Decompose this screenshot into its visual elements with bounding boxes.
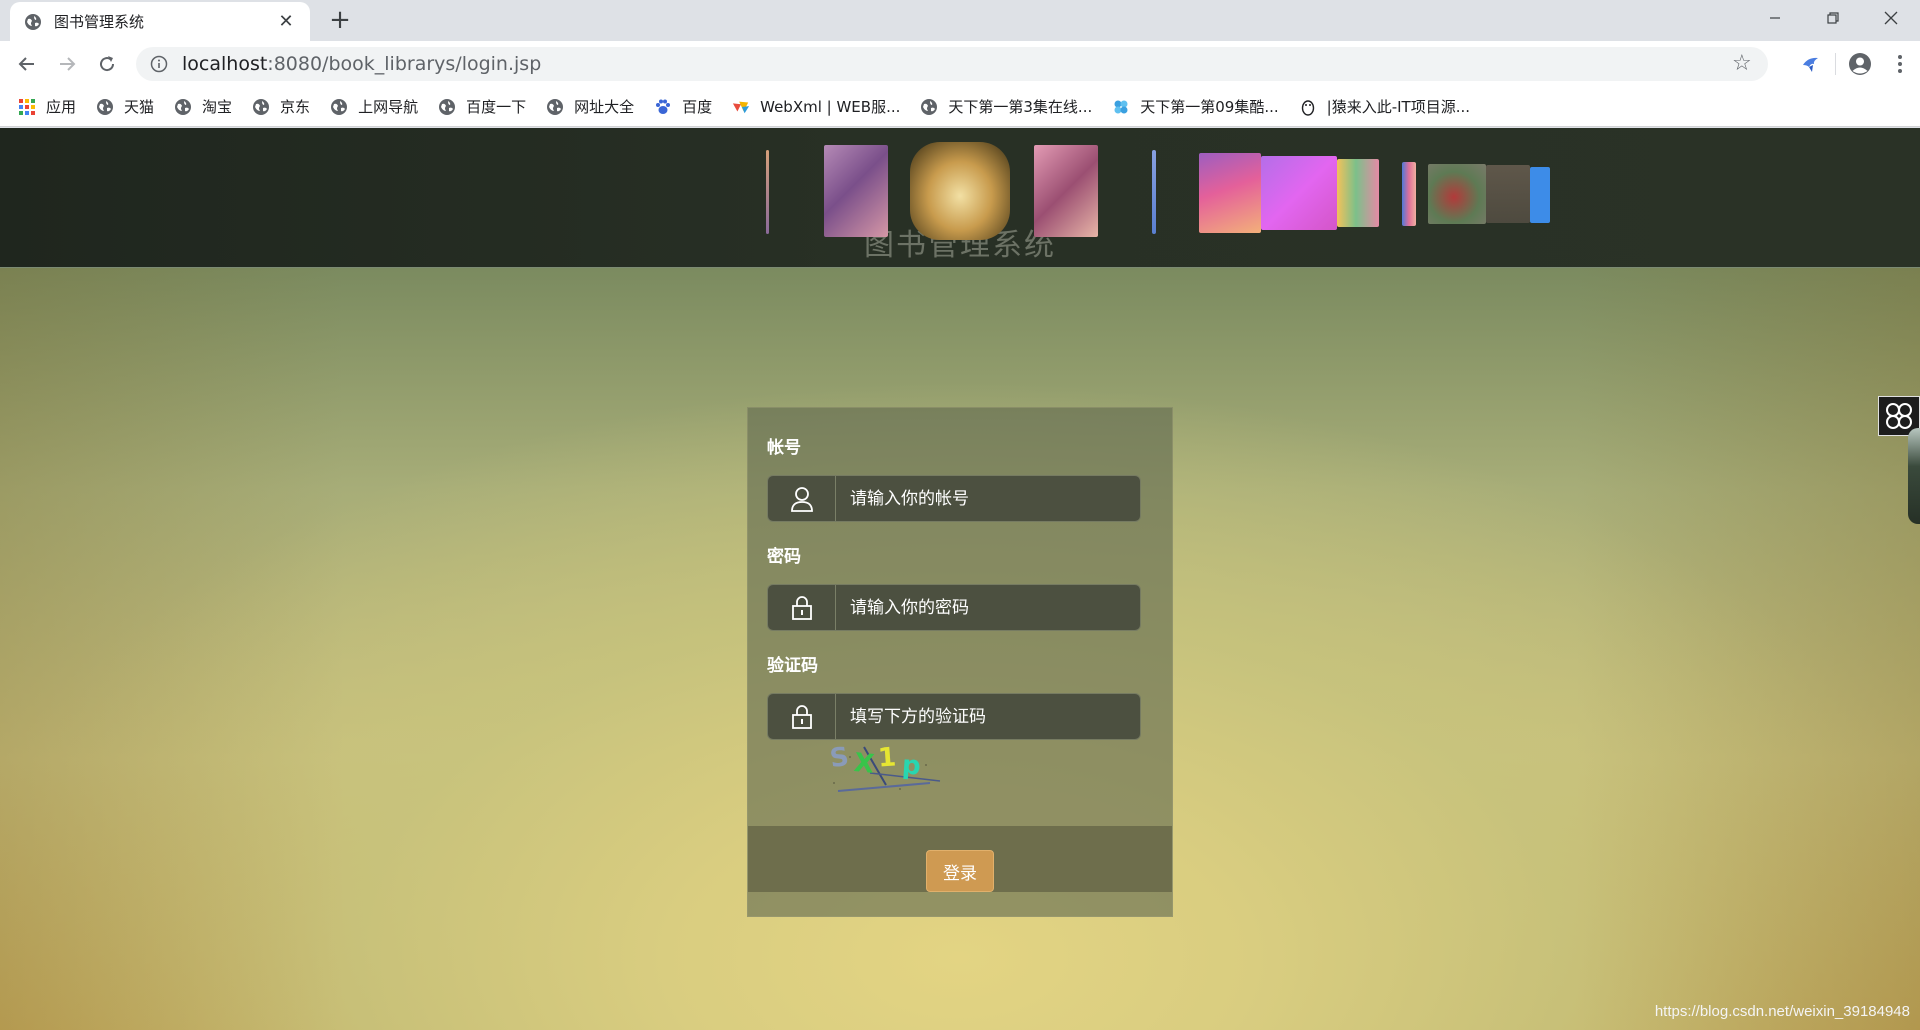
close-window-icon[interactable] (1862, 0, 1920, 36)
bookmark-item[interactable]: WebXml | WEB服... (732, 96, 900, 117)
captcha-label: 验证码 (767, 656, 818, 676)
tab-strip: 图书管理系统 ✕ + (0, 0, 1920, 41)
carousel-book (824, 145, 888, 237)
penguin-icon (1299, 98, 1317, 116)
new-tab-button[interactable]: + (326, 6, 354, 34)
carousel-book (1199, 153, 1261, 233)
carousel-book (1402, 162, 1416, 226)
panel-footer: 登录 (748, 826, 1172, 892)
window-controls (1746, 0, 1920, 36)
login-panel: 帐号 密码 验证码 (747, 407, 1173, 917)
captcha-char: X (852, 748, 876, 780)
bookmark-item[interactable]: 天下第一第09集酷... (1112, 96, 1279, 117)
flower-icon (1886, 403, 1912, 429)
account-input[interactable] (836, 476, 1140, 521)
close-tab-icon[interactable]: ✕ (276, 11, 296, 32)
forward-arrow-icon[interactable] (52, 49, 82, 79)
bookmark-label: 百度一下 (466, 98, 527, 116)
webxml-icon (732, 98, 750, 116)
menu-kebab-icon[interactable] (1880, 47, 1920, 81)
reload-icon[interactable] (92, 49, 122, 79)
carousel-book (1261, 156, 1337, 230)
apps-grid-icon (18, 98, 36, 116)
back-arrow-icon[interactable] (12, 49, 42, 79)
user-icon (768, 476, 836, 521)
captcha-char: p (900, 750, 922, 782)
toolbar-separator (1835, 53, 1836, 75)
bookmark-label: 淘宝 (202, 98, 233, 116)
carousel-book (1428, 164, 1486, 224)
bookmark-item[interactable]: 淘宝 (174, 96, 232, 117)
login-button[interactable]: 登录 (926, 850, 994, 892)
bookmarks-bar: 应用 天猫 淘宝 京东 上网导航 百度一下 网址大全 百度 WebXml | WEB服... 天下… (0, 87, 1920, 127)
baidu-paw-icon (654, 98, 672, 116)
account-input-group (767, 475, 1141, 522)
captcha-input-group (767, 693, 1141, 740)
bookmark-item[interactable]: 应用 (18, 96, 76, 117)
minimize-icon[interactable] (1746, 0, 1804, 36)
carousel-book (910, 142, 1010, 240)
page-header: 图书管理系统 (0, 128, 1920, 268)
globe-icon (25, 13, 41, 30)
tab-title: 图书管理系统 (54, 13, 145, 31)
browser-toolbar: localhost:8080/book_librarys/login.jsp ☆ (0, 41, 1920, 87)
bookmark-label: 天猫 (124, 98, 155, 116)
url-text[interactable]: localhost:8080/book_librarys/login.jsp (182, 53, 1732, 75)
bookmark-label: |猿来入此-IT项目源... (1326, 98, 1471, 116)
captcha-char: 1 (876, 742, 898, 774)
lock-icon (768, 585, 836, 630)
carousel-book (1337, 159, 1379, 227)
bookmark-label: 天下第一第3集在线... (948, 98, 1093, 116)
bookmark-label: 应用 (46, 98, 77, 116)
captcha-char: S (828, 741, 851, 775)
carousel-book (1486, 165, 1530, 223)
browser-tab[interactable]: 图书管理系统 ✕ (10, 2, 310, 41)
bookmark-label: 上网导航 (358, 98, 419, 116)
globe-icon (252, 98, 270, 116)
watermark-text: https://blog.csdn.net/weixin_39184948 (1654, 1003, 1910, 1020)
page-viewport: 图书管理系统 帐号 请输入你的帐号 密码 验证码 填写下方的验证码 S X 1 … (0, 128, 1920, 1030)
info-icon[interactable] (150, 55, 168, 73)
bookmark-item[interactable]: 天下第一第3集在线... (920, 96, 1092, 117)
globe-icon (330, 98, 348, 116)
bookmark-label: 百度 (682, 98, 713, 116)
password-label: 密码 (767, 547, 801, 567)
restore-icon[interactable] (1804, 0, 1862, 36)
carousel-book (1034, 145, 1098, 237)
password-input-group (767, 584, 1141, 631)
side-tab-widget[interactable] (1908, 428, 1920, 524)
bookmark-item[interactable]: 百度 (654, 96, 712, 117)
bookmark-label: 网址大全 (574, 98, 635, 116)
profile-avatar-icon[interactable] (1840, 47, 1880, 81)
globe-icon (96, 98, 114, 116)
captcha-image[interactable]: SX1p (828, 741, 944, 793)
bookmark-item[interactable]: 上网导航 (330, 96, 418, 117)
globe-icon (546, 98, 564, 116)
globe-icon (920, 98, 938, 116)
bookmark-label: 京东 (280, 98, 311, 116)
bookmark-label: WebXml | WEB服... (760, 98, 901, 116)
password-input[interactable] (836, 585, 1140, 630)
address-bar[interactable]: localhost:8080/book_librarys/login.jsp ☆ (136, 47, 1768, 81)
carousel-book (1530, 167, 1550, 223)
book-carousel (0, 128, 1920, 268)
bookmark-item[interactable]: |猿来入此-IT项目源... (1299, 96, 1470, 117)
bookmark-item[interactable]: 百度一下 (438, 96, 526, 117)
extension-bird-icon[interactable] (1791, 47, 1831, 81)
bookmark-label: 天下第一第09集酷... (1140, 98, 1279, 116)
carousel-book (1152, 150, 1156, 234)
toolbar-right (1791, 47, 1920, 81)
bookmark-item[interactable]: 京东 (252, 96, 310, 117)
carousel-book (766, 150, 769, 234)
flower-icon (1112, 98, 1130, 116)
globe-icon (174, 98, 192, 116)
bookmark-star-icon[interactable]: ☆ (1732, 53, 1754, 75)
bookmark-item[interactable]: 网址大全 (546, 96, 634, 117)
lock-icon (768, 694, 836, 739)
globe-icon (438, 98, 456, 116)
captcha-input[interactable] (836, 694, 1140, 739)
account-label: 帐号 (767, 438, 801, 458)
bookmark-item[interactable]: 天猫 (96, 96, 154, 117)
